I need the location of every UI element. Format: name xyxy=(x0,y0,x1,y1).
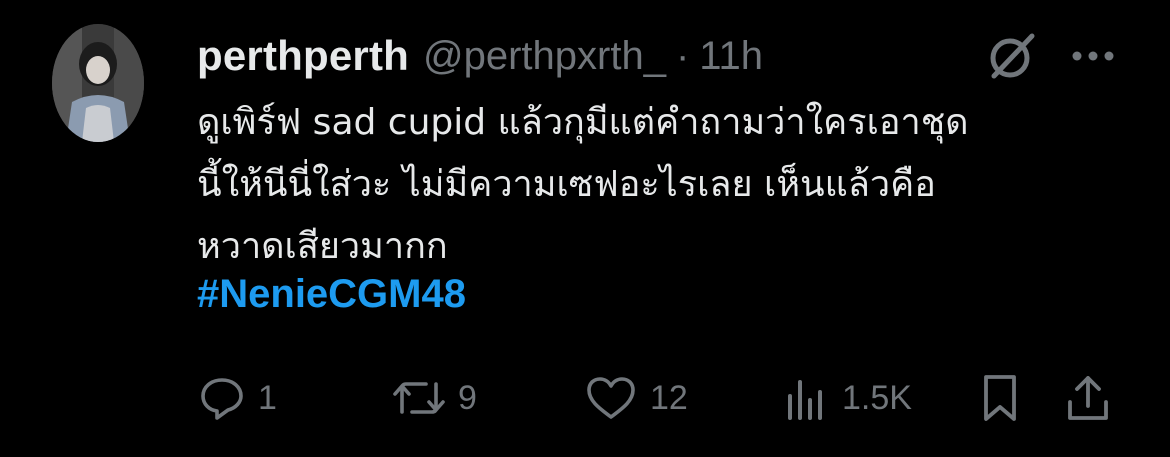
reply-button[interactable]: 1 xyxy=(198,370,277,426)
tweet[interactable]: perthperth @perthpxrth_ · 11h ดูเพิร์ฟ s… xyxy=(0,0,1170,457)
user-handle[interactable]: @perthpxrth_ xyxy=(423,34,666,79)
tweet-header: perthperth @perthpxrth_ · 11h xyxy=(197,26,763,86)
views-icon xyxy=(782,374,830,422)
share-icon xyxy=(1064,372,1112,424)
heart-icon xyxy=(584,374,638,422)
bookmark-icon xyxy=(976,372,1024,424)
repost-button[interactable]: 9 xyxy=(392,370,477,426)
views-button[interactable]: 1.5K xyxy=(782,370,912,426)
tweet-text-line: นี้ให้นีนี่ใส่วะ ไม่มีความเซฟอะไรเลย เห็… xyxy=(197,164,936,205)
share-button[interactable] xyxy=(1064,370,1112,426)
reply-count: 1 xyxy=(258,378,277,417)
tweet-text-line: ดูเพิร์ฟ sad cupid แล้วกุมีแต่คำถามว่าใค… xyxy=(197,102,969,143)
timestamp[interactable]: 11h xyxy=(699,34,763,79)
tweet-text-line: หวาดเสียวมากก xyxy=(197,226,448,267)
hashtag-link[interactable]: #NenieCGM48 xyxy=(197,272,466,317)
views-count: 1.5K xyxy=(842,378,912,417)
repost-icon xyxy=(392,374,446,422)
like-count: 12 xyxy=(650,378,688,417)
avatar[interactable] xyxy=(52,24,144,142)
display-name[interactable]: perthperth xyxy=(197,32,409,80)
reply-icon xyxy=(198,374,246,422)
grok-icon[interactable] xyxy=(986,30,1038,82)
action-bar: 1 9 12 1.5K xyxy=(0,370,1170,426)
separator-dot: · xyxy=(675,33,690,78)
more-icon[interactable] xyxy=(1068,36,1118,76)
bookmark-button[interactable] xyxy=(976,370,1024,426)
like-button[interactable]: 12 xyxy=(584,370,688,426)
tweet-text: ดูเพิร์ฟ sad cupid แล้วกุมีแต่คำถามว่าใค… xyxy=(197,92,1137,278)
repost-count: 9 xyxy=(458,378,477,417)
